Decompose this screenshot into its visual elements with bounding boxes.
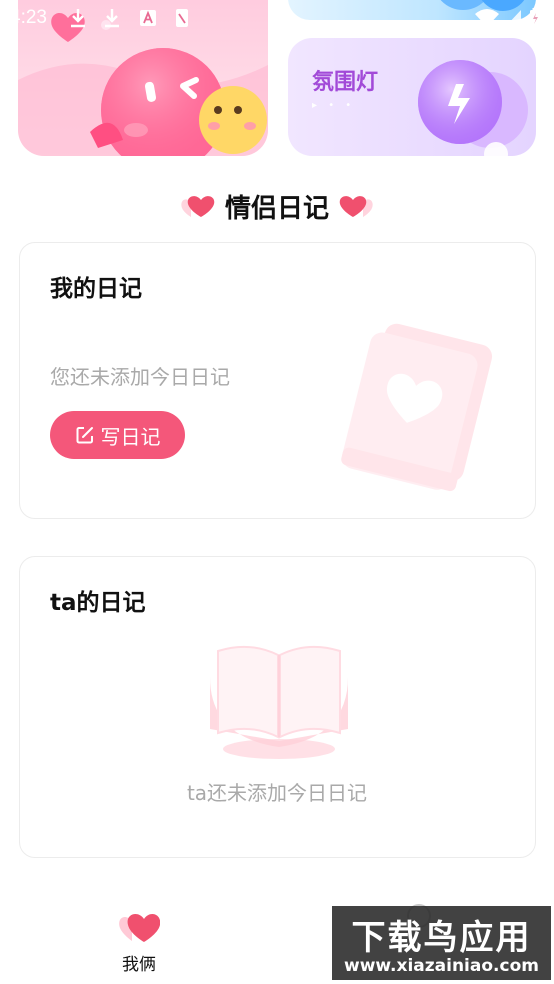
status-time: 4:23 [10, 7, 47, 28]
phone-app-icon [176, 9, 188, 27]
status-bar: 4:23 [0, 0, 554, 36]
ambient-light-card[interactable]: 氛围灯 ▸ • • [288, 38, 536, 156]
write-diary-button[interactable]: 写日记 [50, 411, 185, 459]
heart-icon-left [181, 196, 215, 217]
nav-item-couple[interactable]: 我俩 [104, 900, 174, 975]
battery-icon [530, 8, 540, 27]
watermark-url: www.xiazainiao.com [344, 956, 539, 976]
my-diary-card: 我的日记 您还未添加今日日记 写日记 [19, 242, 536, 519]
write-diary-label: 写日记 [100, 424, 161, 449]
download-icon-2 [105, 9, 119, 28]
ta-diary-empty-text: ta还未添加今日日记 [186, 781, 368, 805]
my-diary-empty-text: 您还未添加今日日记 [50, 365, 230, 389]
my-diary-title: 我的日记 [50, 276, 142, 302]
ambient-light-title: 氛围灯 [312, 70, 379, 95]
open-book-icon [210, 645, 348, 759]
ta-diary-card: ta的日记 ta还未添加今日日记 [19, 556, 536, 858]
watermark-main-text: 下载鸟应用 [351, 918, 532, 958]
signal-icon [505, 10, 521, 27]
heart-icon-right [339, 196, 373, 217]
section-title: 情侣日记 [0, 186, 554, 226]
watermark-logo: 下载鸟应用 www.xiazainiao.com [332, 906, 551, 980]
wifi-icon [475, 9, 499, 27]
section-title-text: 情侣日记 [224, 193, 329, 224]
diary-book-icon [341, 323, 493, 492]
download-icon [71, 9, 85, 28]
couple-heart-icon [119, 914, 160, 942]
font-app-icon [140, 10, 156, 26]
ambient-dots: ▸ • • [312, 100, 356, 111]
ta-diary-title: ta的日记 [50, 590, 146, 616]
lightning-bubble-icon [418, 60, 528, 156]
edit-icon [76, 427, 93, 444]
nav-label-couple: 我俩 [122, 955, 156, 975]
